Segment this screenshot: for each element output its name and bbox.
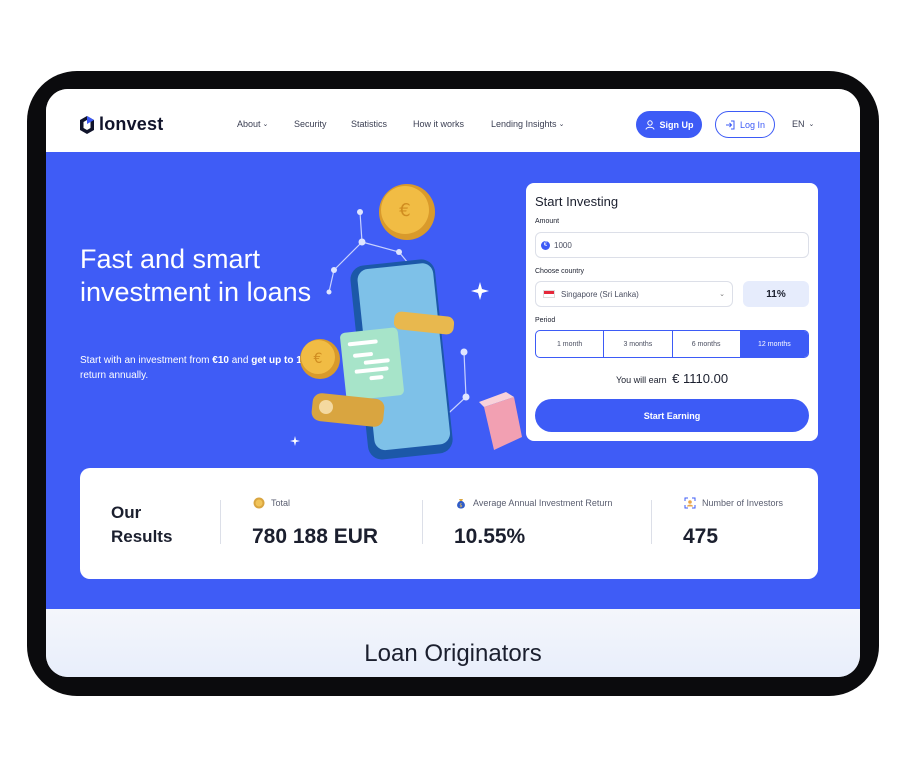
- nav-item-label: About: [237, 119, 261, 129]
- nav-item-statistics[interactable]: Statistics: [351, 119, 387, 129]
- stat-total-value: 780 188 EUR: [252, 525, 379, 548]
- chevron-down-icon: ⌄: [558, 121, 565, 128]
- logo-icon: [80, 115, 94, 134]
- earn-value: € 1110.00: [672, 371, 729, 386]
- stat-return-label: $ Average Annual Investment Return: [455, 497, 612, 509]
- nav-item-label: Security: [294, 119, 327, 129]
- amount-label: Amount: [535, 218, 560, 225]
- period-option-6-months[interactable]: 6 months: [673, 331, 741, 357]
- nav-item-how-it-works[interactable]: How it works: [413, 119, 473, 129]
- divider: [220, 500, 221, 544]
- signup-button[interactable]: Sign Up: [636, 111, 702, 138]
- hero-section: Fast and smart investment in loans Start…: [46, 152, 860, 609]
- language-selector[interactable]: EN ⌄: [792, 119, 814, 129]
- language-label: EN: [792, 119, 805, 129]
- chevron-down-icon: ⌄: [808, 121, 815, 128]
- chevron-down-icon: ⌄: [719, 291, 725, 298]
- nav-item-security[interactable]: Security: [294, 119, 327, 129]
- user-icon: [645, 119, 654, 130]
- period-option-3-months[interactable]: 3 months: [604, 331, 673, 357]
- hero-subtitle-min: €10: [212, 355, 229, 366]
- investor-icon: [684, 497, 696, 509]
- screen: lonvest About ⌄ Security Statistics How …: [46, 89, 860, 677]
- header: lonvest About ⌄ Security Statistics How …: [46, 89, 860, 152]
- svg-text:$: $: [459, 503, 462, 509]
- interest-rate-badge: 11%: [743, 281, 809, 307]
- logo[interactable]: lonvest: [80, 114, 163, 135]
- nav-item-lending-insights[interactable]: Lending Insights ⌄: [491, 119, 571, 129]
- stat-label-text: Average Annual Investment Return: [473, 498, 613, 508]
- country-label: Choose country: [535, 268, 585, 275]
- earnings-summary: You will earn € 1110.00: [526, 371, 818, 386]
- svg-text:€: €: [399, 200, 410, 221]
- period-label: Period: [535, 317, 556, 324]
- country-value: Singapore (Sri Lanka): [561, 289, 639, 299]
- earn-label: You will earn: [615, 375, 667, 385]
- stat-label-text: Number of Investors: [702, 498, 784, 508]
- amount-value: 1000: [554, 240, 572, 250]
- results-title: Our Results: [111, 501, 191, 549]
- start-investing-card: Start Investing Amount € 1000 Choose cou…: [526, 183, 818, 441]
- hero-subtitle-text: Start with an investment from: [80, 355, 213, 366]
- login-label: Log In: [739, 119, 766, 130]
- logo-text: lonvest: [99, 114, 164, 134]
- period-option-1-month[interactable]: 1 month: [536, 331, 605, 357]
- money-bag-icon: $: [457, 499, 465, 509]
- period-option-12-months[interactable]: 12 months: [740, 331, 808, 357]
- amount-input[interactable]: € 1000: [535, 232, 809, 258]
- results-title-line: Results: [111, 527, 173, 546]
- divider: [651, 500, 652, 544]
- coin-icon: [253, 497, 265, 509]
- hero-subtitle-text: return annually.: [80, 370, 149, 381]
- nav-item-label: Lending Insights: [491, 119, 557, 129]
- stat-label-text: Total: [271, 498, 291, 508]
- hero-illustration: € €: [290, 184, 522, 460]
- country-select[interactable]: Singapore (Sri Lanka) ⌄: [535, 281, 733, 307]
- results-title-line: Our: [111, 503, 142, 522]
- card-title: Start Investing: [535, 194, 619, 209]
- loan-originators-section: Loan Originators: [46, 609, 860, 677]
- results-panel: Our Results Total 780 188 EUR $ Average …: [80, 468, 818, 579]
- start-earning-button[interactable]: Start Earning: [535, 399, 809, 432]
- chevron-down-icon: ⌄: [262, 121, 269, 128]
- nav-item-about[interactable]: About ⌄: [237, 119, 268, 129]
- svg-text:€: €: [314, 351, 323, 367]
- hero-subtitle-text: and: [228, 355, 252, 366]
- section-title: Loan Originators: [364, 640, 542, 667]
- singapore-flag-icon: [543, 290, 555, 298]
- divider: [422, 500, 423, 544]
- stat-investors-value: 475: [683, 525, 719, 548]
- stat-investors-label: Number of Investors: [684, 497, 783, 509]
- login-icon: [725, 120, 735, 129]
- nav-item-label: Statistics: [351, 119, 388, 129]
- signup-label: Sign Up: [659, 119, 694, 130]
- stat-return-value: 10.55%: [454, 525, 526, 548]
- stat-total-label: Total: [253, 497, 290, 509]
- euro-icon: €: [541, 240, 550, 250]
- nav-item-label: How it works: [413, 119, 465, 129]
- login-button[interactable]: Log In: [715, 111, 775, 138]
- period-selector: 1 month 3 months 6 months 12 months: [535, 330, 809, 358]
